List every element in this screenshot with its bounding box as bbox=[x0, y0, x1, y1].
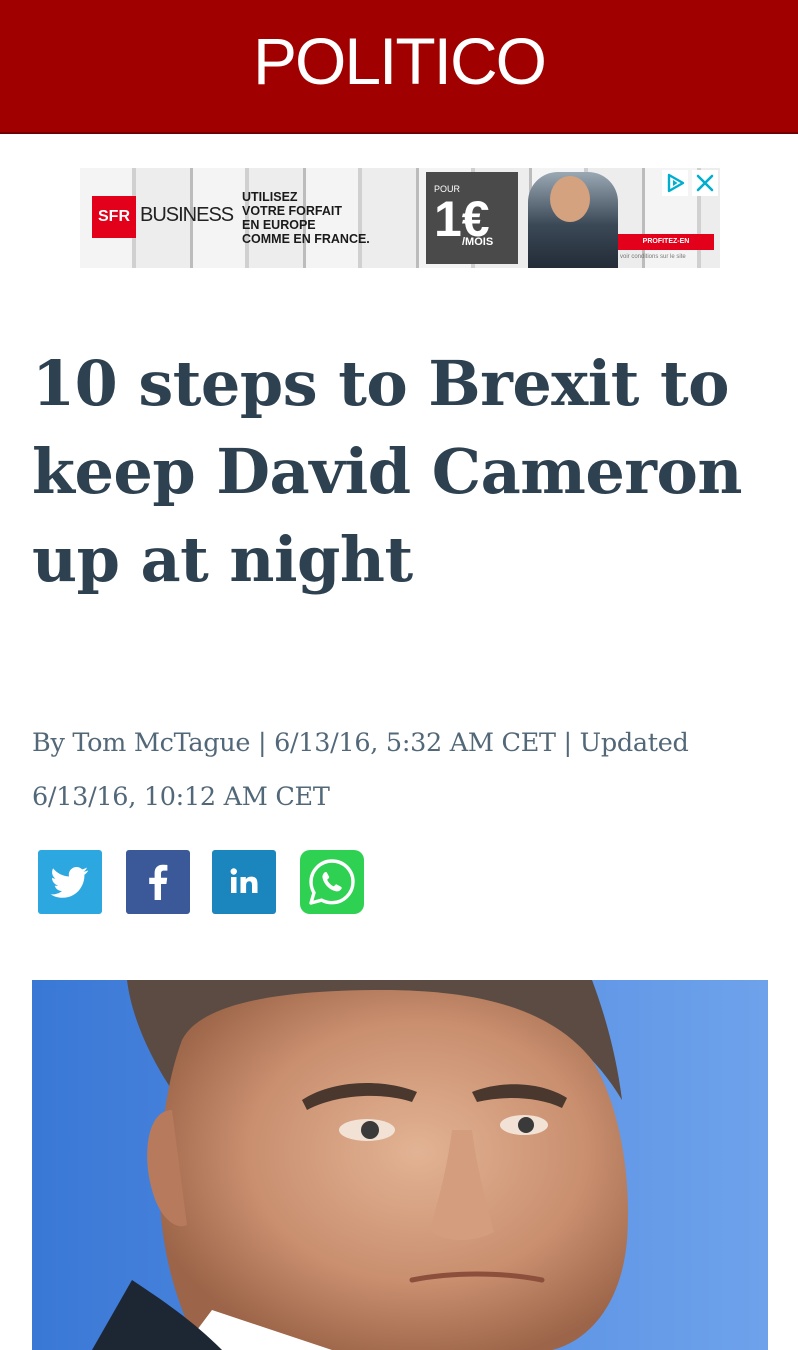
ad-brand-word: BUSINESS bbox=[140, 204, 234, 226]
ad-price-suffix: /MOIS bbox=[462, 236, 494, 248]
ad-copy-line: COMME EN FRANCE. bbox=[242, 232, 370, 246]
facebook-share-button[interactable] bbox=[126, 850, 190, 914]
article-byline: By Tom McTague | 6/13/16, 5:32 AM CET | … bbox=[32, 728, 689, 812]
ad-brand-logo: SFR bbox=[92, 196, 136, 238]
whatsapp-phone-icon bbox=[309, 859, 355, 905]
close-icon[interactable] bbox=[692, 170, 718, 196]
man-portrait-photo bbox=[32, 980, 768, 1350]
ad-banner[interactable]: SFR BUSINESS UTILISEZ VOTRE FORFAIT EN E… bbox=[80, 168, 720, 268]
site-header: POLITICO bbox=[0, 0, 798, 134]
politico-logo[interactable]: POLITICO bbox=[0, 26, 798, 96]
hero-image[interactable] bbox=[32, 980, 768, 1350]
linkedin-share-button[interactable] bbox=[212, 850, 276, 914]
adchoices-icon[interactable] bbox=[662, 170, 688, 196]
ad-copy: UTILISEZ VOTRE FORFAIT EN EUROPE COMME E… bbox=[242, 190, 432, 246]
ad-copy-line: UTILISEZ bbox=[242, 190, 298, 204]
ad-disclaimer: voir conditions sur le site bbox=[620, 254, 686, 260]
facebook-f-icon bbox=[149, 864, 168, 900]
twitter-share-button[interactable] bbox=[38, 850, 102, 914]
whatsapp-share-button[interactable] bbox=[300, 850, 364, 914]
ad-cta-button[interactable]: PROFITEZ-EN bbox=[618, 234, 714, 250]
article-headline: 10 steps to Brexit to keep David Cameron… bbox=[32, 347, 742, 596]
ad-copy-line: VOTRE FORFAIT bbox=[242, 204, 342, 218]
ad-person-head bbox=[550, 176, 590, 222]
ad-price-box: POUR 1€ /MOIS bbox=[426, 172, 518, 264]
twitter-bird-icon bbox=[50, 867, 89, 898]
ad-copy-line: EN EUROPE bbox=[242, 218, 316, 232]
linkedin-in-icon bbox=[230, 868, 258, 893]
